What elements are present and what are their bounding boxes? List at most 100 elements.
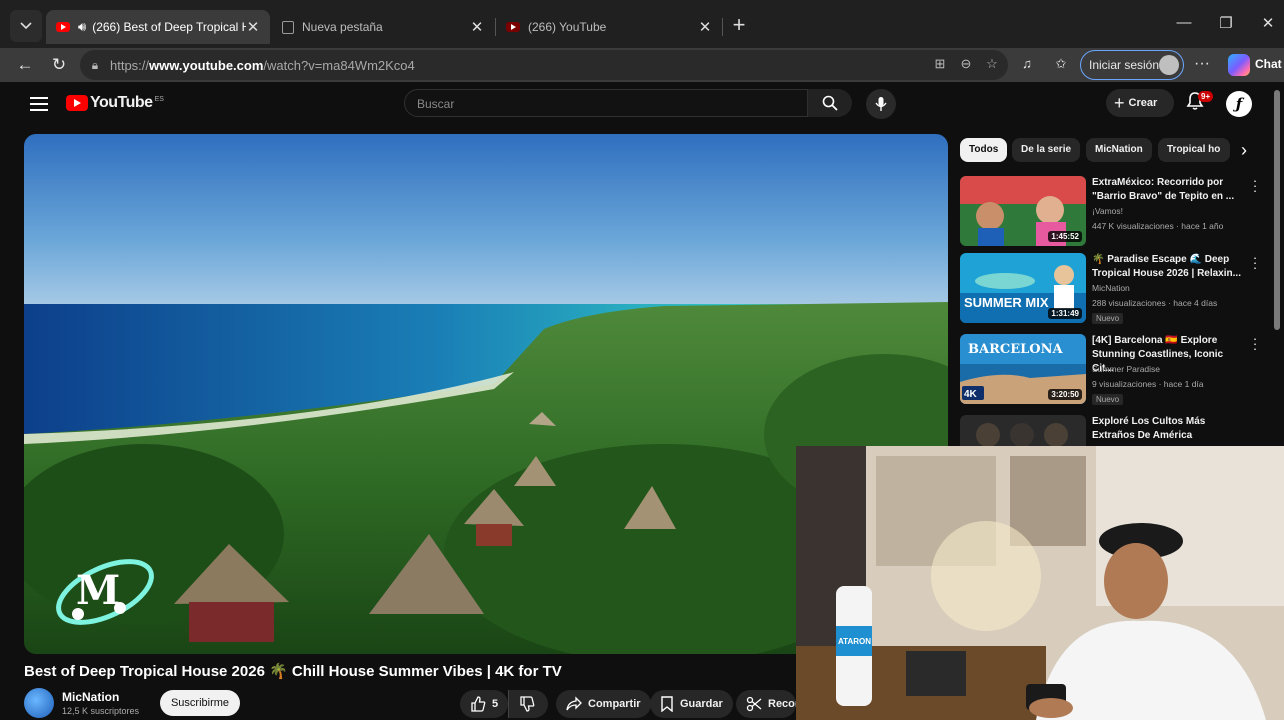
favorites-icon[interactable]: ✩ xyxy=(1052,55,1070,73)
minimize-icon[interactable]: — xyxy=(1174,14,1194,31)
recommendation-meta: 447 K visualizaciones · hace 1 año xyxy=(1092,221,1224,231)
like-count: 5 xyxy=(492,698,499,710)
recommendation-item[interactable]: BARCELONA 4K 3:20:50 [4K] Barcelona 🇪🇸 E… xyxy=(960,332,1260,408)
chat-label[interactable]: Chat xyxy=(1255,57,1282,71)
url-scheme: https:// xyxy=(110,57,150,73)
copilot-icon[interactable] xyxy=(1228,54,1250,76)
recommendation-title[interactable]: Exploré Los Cultos Más Extraños De Améri… xyxy=(1092,415,1244,443)
recommendation-title[interactable]: ExtraMéxico: Recorrido por "Barrio Bravo… xyxy=(1092,176,1244,204)
recommendation-item[interactable]: SUMMER MIX 1:31:49 🌴 Paradise Escape 🌊 D… xyxy=(960,251,1260,327)
chevron-right-icon[interactable]: › xyxy=(1234,140,1254,160)
address-bar[interactable]: 🔒︎ https:// www.youtube.com /watch?v=ma8… xyxy=(80,50,1008,80)
recommendation-channel[interactable]: ¡Vamos! xyxy=(1092,206,1123,216)
chip-tropical-house[interactable]: Tropical ho xyxy=(1158,138,1230,162)
clip-button[interactable]: Recor xyxy=(736,690,796,718)
recommendation-thumbnail[interactable]: BARCELONA 4K 3:20:50 xyxy=(960,334,1086,404)
tab-new-tab[interactable]: Nueva pestaña ✕ xyxy=(272,10,494,44)
more-menu-icon[interactable]: ··· xyxy=(1193,55,1211,73)
create-button[interactable]: + Crear xyxy=(1106,89,1174,117)
video-title: Best of Deep Tropical House 2026 🌴 Chill… xyxy=(24,663,562,680)
recommendation-thumbnail[interactable]: SUMMER MIX 1:31:49 xyxy=(960,253,1086,323)
bottle-label: ATARON xyxy=(838,637,871,646)
new-badge: Nuevo xyxy=(1092,394,1124,405)
speaker-icon[interactable]: 🔊︎ xyxy=(78,19,86,35)
account-avatar[interactable]: ƒ xyxy=(1226,91,1252,117)
subscribe-button[interactable]: Suscribirme xyxy=(160,690,240,716)
tab-title: Nueva pestaña xyxy=(302,20,383,34)
tab-actions-button[interactable] xyxy=(10,10,42,42)
tab-title: (266) Best of Deep Tropical House xyxy=(92,20,246,34)
webcam-overlay: ATARON xyxy=(796,446,1284,720)
screen: 🔊︎ (266) Best of Deep Tropical House ✕ N… xyxy=(0,0,1284,720)
close-tab-icon[interactable]: ✕ xyxy=(246,18,260,36)
video-duration: 3:20:50 xyxy=(1048,389,1082,400)
recommendation-title[interactable]: 🌴 Paradise Escape 🌊 Deep Tropical House … xyxy=(1092,253,1244,281)
signin-label: Iniciar sesión xyxy=(1089,58,1160,72)
tab-divider xyxy=(722,18,723,36)
url-domain: www.youtube.com xyxy=(149,57,264,73)
recommendation-item[interactable]: 1:45:52 ExtraMéxico: Recorrido por "Barr… xyxy=(960,174,1260,250)
recommendation-channel[interactable]: MicNation xyxy=(1092,283,1130,293)
profile-avatar-icon xyxy=(1159,55,1179,75)
more-options-icon[interactable]: · · · xyxy=(1252,332,1258,355)
tab-title: (266) YouTube xyxy=(528,20,607,34)
browser-tab-bar: 🔊︎ (266) Best of Deep Tropical House ✕ N… xyxy=(0,0,1284,48)
dislike-button[interactable] xyxy=(508,690,548,718)
channel-name[interactable]: MicNation xyxy=(62,690,119,704)
recommendation-channel[interactable]: Summer Paradise xyxy=(1092,364,1160,374)
tab-youtube-video[interactable]: 🔊︎ (266) Best of Deep Tropical House ✕ xyxy=(46,10,270,44)
channel-subscribers: 12,5 K suscriptores xyxy=(62,706,140,716)
thumbnail-text: SUMMER MIX xyxy=(964,295,1049,310)
restore-icon[interactable]: ❐ xyxy=(1216,14,1236,32)
url-path: /watch?v=ma84Wm2Kco4 xyxy=(263,57,415,73)
share-button[interactable]: Compartir xyxy=(556,690,651,718)
zoom-icon[interactable]: ⊖ xyxy=(957,55,975,73)
page-scrollbar[interactable] xyxy=(1274,90,1280,330)
signin-button[interactable]: Iniciar sesión xyxy=(1080,50,1184,80)
tab-youtube-home[interactable]: (266) YouTube ✕ xyxy=(496,10,722,44)
share-label: Compartir xyxy=(588,698,641,710)
save-button[interactable]: Guardar xyxy=(650,690,733,718)
chevron-down-icon xyxy=(20,22,32,30)
chip-micnation[interactable]: MicNation xyxy=(1086,138,1152,162)
search-input[interactable]: Buscar xyxy=(404,89,808,117)
logo-text: YouTube xyxy=(90,94,153,111)
recommendation-thumbnail[interactable]: 1:45:52 xyxy=(960,176,1086,246)
close-tab-icon[interactable]: ✕ xyxy=(698,18,712,36)
create-label: Crear xyxy=(1128,97,1158,109)
new-tab-button[interactable]: + xyxy=(728,14,750,36)
chip-todos[interactable]: Todos xyxy=(960,138,1008,162)
channel-watermark-logo: M xyxy=(56,559,154,625)
close-tab-icon[interactable]: ✕ xyxy=(470,18,484,36)
webcam-image: ATARON xyxy=(796,446,1284,720)
back-arrow-icon[interactable]: ← xyxy=(14,54,36,76)
video-duration: 1:31:49 xyxy=(1048,308,1082,319)
like-button[interactable]: 5 xyxy=(460,690,508,718)
app-available-icon[interactable]: ⊞ xyxy=(931,55,949,73)
favorite-star-icon[interactable]: ☆ xyxy=(983,55,1001,73)
microphone-icon xyxy=(875,97,887,111)
chip-de-la-serie[interactable]: De la serie xyxy=(1012,138,1081,162)
video-duration: 1:45:52 xyxy=(1048,231,1082,242)
youtube-favicon-icon xyxy=(506,22,520,32)
youtube-logo[interactable]: YouTube ES xyxy=(66,94,164,112)
plus-icon: + xyxy=(1114,92,1125,113)
thumbs-down-icon xyxy=(520,696,535,712)
search-button[interactable] xyxy=(808,89,852,117)
page-icon xyxy=(282,20,294,34)
menu-hamburger-icon[interactable] xyxy=(30,97,48,115)
media-control-icon[interactable]: ♫ xyxy=(1018,55,1036,73)
search-icon xyxy=(822,95,838,111)
channel-avatar[interactable] xyxy=(24,688,54,718)
refresh-icon[interactable]: ↻ xyxy=(48,54,70,76)
notification-count-badge: 9+ xyxy=(1198,91,1214,102)
clip-label: Recor xyxy=(768,698,796,710)
more-options-icon[interactable]: · · · xyxy=(1252,251,1258,274)
scissors-icon xyxy=(746,696,762,712)
more-options-icon[interactable]: · · · xyxy=(1252,174,1258,197)
svg-text:M: M xyxy=(76,567,120,614)
recommendation-meta: 288 visualizaciones · hace 4 días xyxy=(1092,298,1218,308)
site-info-icon[interactable]: 🔒︎ xyxy=(80,58,110,73)
voice-search-button[interactable] xyxy=(866,89,896,119)
window-close-icon[interactable]: ✕ xyxy=(1258,14,1278,32)
